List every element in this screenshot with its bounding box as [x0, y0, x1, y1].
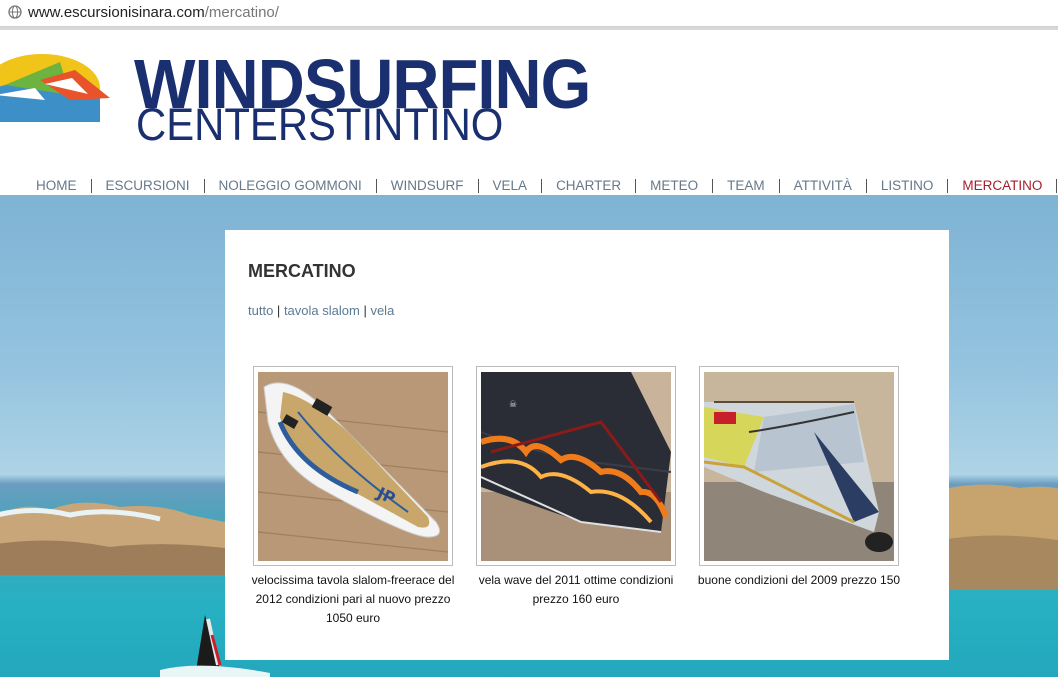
product-thumbnail-board[interactable]: JP: [253, 366, 453, 566]
content-panel: MERCATINO tutto | tavola slalom | vela J…: [225, 230, 949, 660]
page-title: MERCATINO: [248, 261, 356, 281]
sail-image: [704, 372, 894, 561]
nav-item-vela[interactable]: VELA: [479, 179, 543, 193]
nav-item-attivita[interactable]: ATTIVITÀ: [780, 179, 867, 193]
wave-sail-image: ☠: [481, 372, 671, 561]
windsurf-logo-icon[interactable]: [0, 50, 120, 125]
nav-item-noleggio-gommoni[interactable]: NOLEGGIO GOMMONI: [205, 179, 377, 193]
nav-item-mercatino[interactable]: MERCATINO: [948, 179, 1058, 193]
url-text[interactable]: www.escursionisinara.com/mercatino/: [28, 4, 279, 21]
filter-vela[interactable]: vela: [370, 303, 394, 318]
nav-item-team[interactable]: TEAM: [713, 179, 780, 193]
url-path: /mercatino/: [204, 4, 279, 21]
nav-item-home[interactable]: HOME: [22, 179, 92, 193]
svg-text:☠: ☠: [509, 400, 517, 410]
toolbar-divider: [0, 27, 1058, 30]
filter-separator: |: [363, 303, 367, 318]
nav-item-meteo[interactable]: METEO: [636, 179, 714, 193]
brand-subtitle: CENTERSTINTINO: [136, 99, 504, 150]
product-card: ☠ vela wave del 2011 ottime condizioni p…: [465, 366, 687, 609]
rocks-left-decoration: [0, 502, 240, 575]
main-nav: HOME ESCURSIONI NOLEGGIO GOMMONI WINDSUR…: [22, 178, 1058, 194]
nav-item-listino[interactable]: LISTINO: [867, 179, 949, 193]
globe-icon: [8, 5, 22, 19]
product-card: JP velocissima tavola slalom-freerace de…: [242, 366, 464, 628]
nav-item-escursioni[interactable]: ESCURSIONI: [92, 179, 205, 193]
product-caption: velocissima tavola slalom-freerace del 2…: [251, 573, 455, 625]
filter-tutto[interactable]: tutto: [248, 303, 273, 318]
nav-item-windsurf[interactable]: WINDSURF: [377, 179, 479, 193]
filter-separator: |: [276, 303, 281, 318]
nav-item-charter[interactable]: CHARTER: [542, 179, 637, 193]
windsurf-board-image: JP: [258, 372, 448, 561]
product-card: buone condizioni del 2009 prezzo 150: [688, 366, 910, 590]
rocks-right-decoration: [940, 484, 1058, 590]
product-thumbnail-sail[interactable]: [699, 366, 899, 566]
product-caption: buone condizioni del 2009 prezzo 150: [697, 573, 901, 587]
product-caption: vela wave del 2011 ottime condizioni pre…: [478, 573, 674, 606]
filter-tavola-slalom[interactable]: tavola slalom: [284, 303, 360, 318]
product-thumbnail-wave-sail[interactable]: ☠: [476, 366, 676, 566]
category-filters: tutto | tavola slalom | vela: [248, 303, 394, 318]
address-bar[interactable]: www.escursionisinara.com/mercatino/: [0, 0, 1058, 27]
url-domain: www.escursionisinara.com: [28, 4, 205, 21]
